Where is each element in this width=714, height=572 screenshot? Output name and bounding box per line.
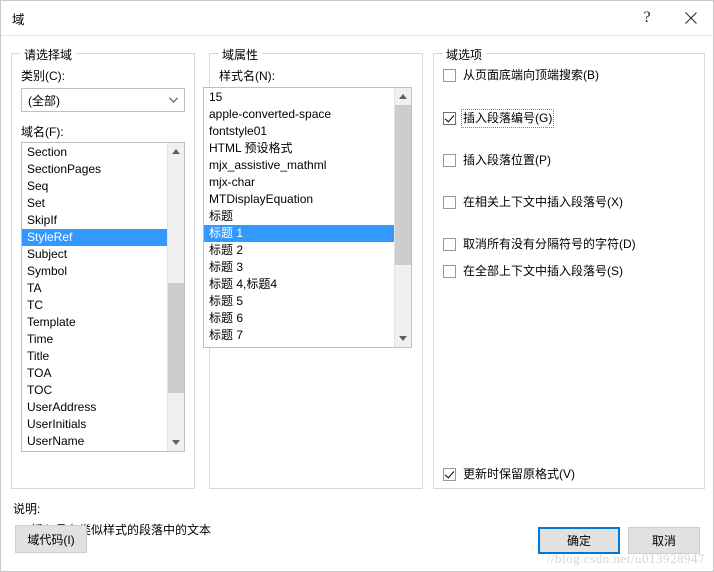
field-list-item[interactable]: Subject: [22, 246, 167, 263]
field-list-item[interactable]: TC: [22, 297, 167, 314]
field-list-item[interactable]: StyleRef: [22, 229, 167, 246]
option-row-5[interactable]: 在全部上下文中插入段落号(S): [443, 264, 623, 279]
ok-button-label: 确定: [566, 534, 591, 548]
style-list-item[interactable]: MTDisplayEquation: [204, 191, 394, 208]
style-list-item[interactable]: 标题 7: [204, 327, 394, 344]
title-bar-buttons: ?: [625, 1, 713, 35]
field-list-item[interactable]: TA: [22, 280, 167, 297]
category-value: (全部): [28, 93, 60, 108]
checkbox-preserve-format[interactable]: [443, 468, 456, 481]
field-list-item[interactable]: Time: [22, 331, 167, 348]
field-list-item[interactable]: TOA: [22, 365, 167, 382]
dialog-title: 域: [12, 12, 25, 27]
option-preserve-format[interactable]: 更新时保留原格式(V): [443, 467, 575, 482]
style-name-listbox[interactable]: 15 apple-converted-space fontstyle01 HTML 预…: [203, 87, 412, 348]
category-label: 类别(C):: [21, 69, 65, 83]
style-list-item[interactable]: mjx_assistive_mathml: [204, 157, 394, 174]
fieldname-label: 域名(F):: [21, 125, 64, 139]
stylename-label: 样式名(N):: [219, 69, 275, 83]
watermark: //blog.csdn.net/u013928947: [546, 551, 705, 566]
style-list-item[interactable]: HTML 预设格式: [204, 140, 394, 157]
caret-up-icon: [399, 94, 407, 99]
close-button[interactable]: [669, 1, 713, 34]
option-checkbox-0[interactable]: [443, 69, 456, 82]
style-list-item[interactable]: 标题 2: [204, 242, 394, 259]
option-checkbox-2[interactable]: [443, 154, 456, 167]
option-label-5: 在全部上下文中插入段落号(S): [463, 264, 623, 278]
cancel-button-label: 取消: [651, 534, 676, 548]
scroll-down-button[interactable]: [168, 434, 184, 451]
field-list-item[interactable]: SkipIf: [22, 212, 167, 229]
option-label-3: 在相关上下文中插入段落号(X): [463, 195, 623, 209]
field-list-scrollbar[interactable]: [167, 143, 184, 451]
field-list-item[interactable]: Title: [22, 348, 167, 365]
field-code-button-label: 域代码(I): [27, 532, 75, 547]
cancel-button[interactable]: 取消: [628, 527, 700, 554]
field-list-item[interactable]: Section: [22, 144, 167, 161]
style-list-item[interactable]: 标题 4,标题4: [204, 276, 394, 293]
style-list-item[interactable]: 标题 1: [204, 225, 394, 242]
field-list-item[interactable]: UserName: [22, 433, 167, 450]
style-list-item[interactable]: mjx-char: [204, 174, 394, 191]
scrollbar-thumb[interactable]: [168, 283, 184, 393]
scroll-down-button[interactable]: [395, 330, 411, 347]
field-list-item[interactable]: SectionPages: [22, 161, 167, 178]
category-combobox[interactable]: (全部): [21, 88, 185, 112]
option-row-4[interactable]: 取消所有没有分隔符号的字符(D): [443, 237, 636, 252]
option-checkbox-4[interactable]: [443, 238, 456, 251]
field-list-item[interactable]: UserInitials: [22, 416, 167, 433]
style-list-item[interactable]: 标题 6: [204, 310, 394, 327]
option-label-1: 插入段落编号(G): [460, 109, 555, 128]
caret-down-icon: [399, 336, 407, 341]
chevron-down-icon[interactable]: [162, 89, 184, 111]
option-row-3[interactable]: 在相关上下文中插入段落号(X): [443, 195, 623, 210]
description-label: 说明:: [13, 502, 41, 516]
caret-up-icon: [172, 149, 180, 154]
style-list-item[interactable]: 15: [204, 89, 394, 106]
option-preserve-format-label: 更新时保留原格式(V): [463, 467, 575, 481]
option-label-4: 取消所有没有分隔符号的字符(D): [463, 237, 636, 251]
caret-down-icon: [172, 440, 180, 445]
title-bar: 域 ?: [1, 1, 713, 36]
style-list-item[interactable]: 标题: [204, 208, 394, 225]
option-row-2[interactable]: 插入段落位置(P): [443, 153, 551, 168]
field-list-item[interactable]: UserAddress: [22, 399, 167, 416]
option-checkbox-3[interactable]: [443, 196, 456, 209]
style-list-item[interactable]: apple-converted-space: [204, 106, 394, 123]
option-label-0: 从页面底端向顶端搜索(B): [463, 68, 599, 82]
style-list-item[interactable]: 标题 5: [204, 293, 394, 310]
option-label-2: 插入段落位置(P): [463, 153, 551, 167]
field-name-items: Section SectionPages Seq Set SkipIf StyleRef S…: [22, 143, 167, 451]
ok-button[interactable]: 确定: [538, 527, 620, 554]
question-mark-icon: ?: [643, 8, 651, 26]
option-row-0[interactable]: 从页面底端向顶端搜索(B): [443, 68, 599, 83]
field-options-legend: 域选项: [442, 46, 487, 63]
field-list-item[interactable]: Symbol: [22, 263, 167, 280]
field-list-item[interactable]: Set: [22, 195, 167, 212]
field-list-item[interactable]: TOC: [22, 382, 167, 399]
field-list-item[interactable]: Template: [22, 314, 167, 331]
option-row-1[interactable]: 插入段落编号(G): [443, 109, 555, 128]
field-name-listbox[interactable]: Section SectionPages Seq Set SkipIf StyleRef S…: [21, 142, 185, 452]
field-code-button[interactable]: 域代码(I): [15, 525, 87, 553]
field-properties-legend: 域属性: [218, 46, 263, 63]
option-checkbox-5[interactable]: [443, 265, 456, 278]
scroll-up-button[interactable]: [395, 88, 411, 105]
scroll-up-button[interactable]: [168, 143, 184, 160]
scrollbar-thumb[interactable]: [395, 105, 411, 265]
style-list-scrollbar[interactable]: [394, 88, 411, 347]
close-icon: [685, 11, 697, 24]
field-list-item[interactable]: Seq: [22, 178, 167, 195]
select-field-legend: 请选择域: [20, 46, 77, 63]
style-list-item[interactable]: 标题 3: [204, 259, 394, 276]
style-list-item[interactable]: fontstyle01: [204, 123, 394, 140]
option-checkbox-1[interactable]: [443, 112, 456, 125]
style-name-items: 15 apple-converted-space fontstyle01 HTML 预…: [204, 88, 394, 347]
help-button[interactable]: ?: [625, 1, 669, 34]
field-dialog: 域 ? 请选择域 类别(C): (全部) 域名(F): SectionSect: [0, 0, 714, 572]
